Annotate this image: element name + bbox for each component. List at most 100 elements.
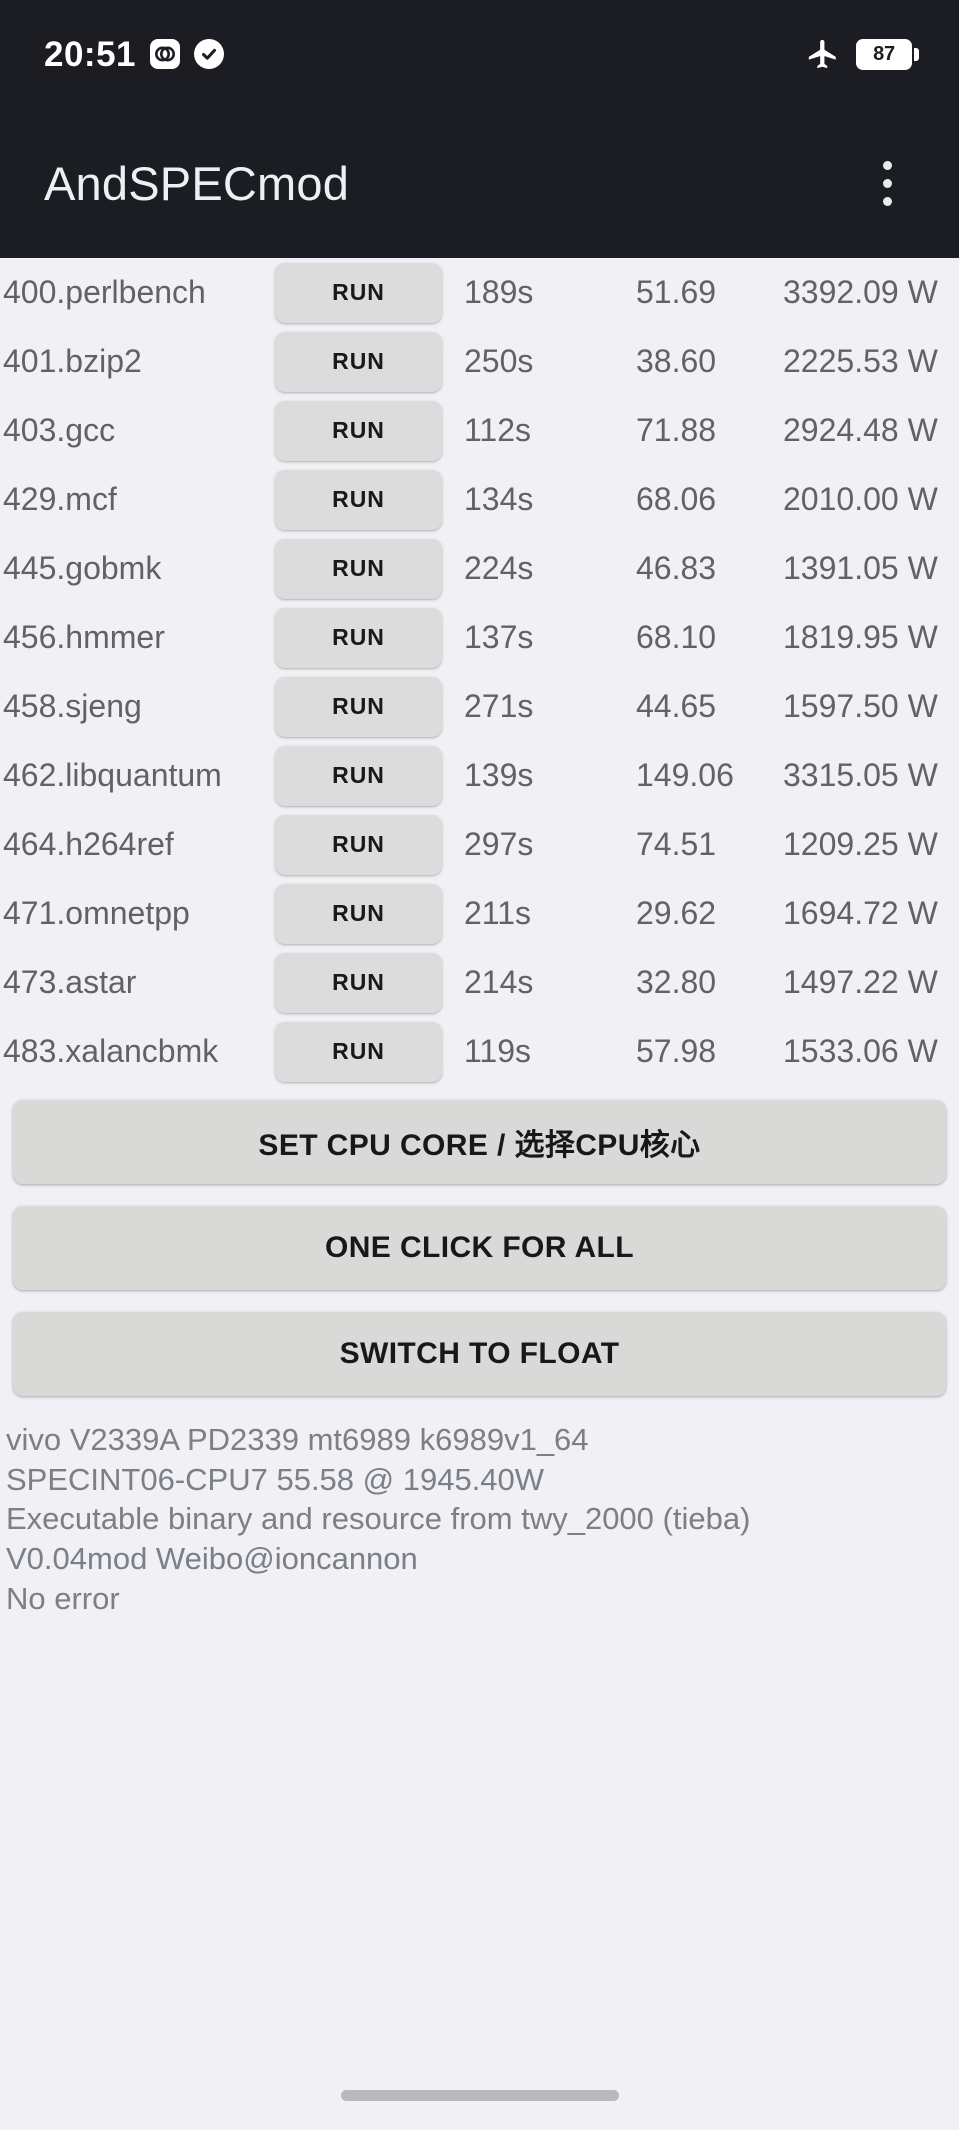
benchmark-time: 214s [464, 964, 534, 1000]
benchmark-name: 400.perlbench [3, 273, 206, 310]
overflow-dot [882, 178, 892, 188]
benchmark-score: 74.51 [636, 826, 717, 862]
run-button-cell: RUN [275, 952, 442, 1013]
nav-pill-handle[interactable] [340, 2089, 619, 2101]
benchmark-power: 1597.50 W [783, 687, 938, 724]
run-button[interactable]: RUN [275, 1021, 442, 1082]
table-row: 471.omnetpp RUN 211s 29.62 1694.72 W [0, 879, 959, 948]
benchmark-score: 51.69 [636, 274, 717, 310]
benchmark-time: 119s [464, 1033, 532, 1069]
vivo-logo-icon [150, 39, 181, 69]
benchmark-power: 2924.48 W [783, 411, 938, 448]
table-row: 464.h264ref RUN 297s 74.51 1209.25 W [0, 810, 959, 879]
benchmark-time: 211s [464, 895, 532, 931]
table-row: 483.xalancbmk RUN 119s 57.98 1533.06 W [0, 1017, 959, 1086]
run-button[interactable]: RUN [275, 331, 442, 392]
run-button-cell: RUN [275, 262, 442, 323]
error-info-line: No error [6, 1580, 120, 1616]
benchmark-name: 445.gobmk [3, 549, 162, 586]
overflow-dot [882, 196, 892, 206]
benchmark-power: 1497.22 W [783, 963, 938, 1000]
run-button[interactable]: RUN [275, 538, 442, 599]
benchmark-score: 29.62 [636, 895, 717, 931]
device-info-line: vivo V2339A PD2339 mt6989 k6989v1_64 [6, 1422, 589, 1457]
table-row: 401.bzip2 RUN 250s 38.60 2225.53 W [0, 327, 959, 396]
benchmark-score: 46.83 [636, 550, 717, 586]
benchmark-time: 297s [464, 826, 534, 862]
benchmark-time: 250s [464, 343, 534, 379]
action-buttons: SET CPU CORE / 选择CPU核心 ONE CLICK FOR ALL… [0, 1086, 959, 1396]
benchmark-power: 2010.00 W [783, 480, 938, 517]
phone-screen: 20:51 87 AndSPECmod 400.perlbench RUN 18… [0, 0, 959, 2130]
benchmark-power: 1209.25 W [783, 825, 938, 862]
benchmark-name: 464.h264ref [3, 825, 174, 862]
benchmark-score: 71.88 [636, 412, 717, 448]
run-button-cell: RUN [275, 331, 442, 392]
run-button[interactable]: RUN [275, 952, 442, 1013]
status-clock: 20:51 [44, 34, 137, 74]
run-button[interactable]: RUN [275, 400, 442, 461]
table-row: 429.mcf RUN 134s 68.06 2010.00 W [0, 465, 959, 534]
run-button-cell: RUN [275, 469, 442, 530]
benchmark-power: 3315.05 W [783, 756, 938, 793]
info-block: vivo V2339A PD2339 mt6989 k6989v1_64 SPE… [0, 1396, 959, 1618]
more-vertical-icon[interactable] [859, 148, 915, 218]
benchmark-name: 458.sjeng [3, 687, 142, 724]
benchmark-power: 1533.06 W [783, 1032, 938, 1069]
credit-info-line: Executable binary and resource from twy_… [6, 1501, 751, 1537]
benchmark-time: 271s [464, 688, 534, 724]
run-button-cell: RUN [275, 883, 442, 944]
table-row: 400.perlbench RUN 189s 51.69 3392.09 W [0, 258, 959, 327]
run-button[interactable]: RUN [275, 262, 442, 323]
app-bar: AndSPECmod [0, 108, 959, 258]
run-button-cell: RUN [275, 676, 442, 737]
table-row: 445.gobmk RUN 224s 46.83 1391.05 W [0, 534, 959, 603]
run-button-cell: RUN [275, 745, 442, 806]
one-click-for-all-button[interactable]: ONE CLICK FOR ALL [13, 1206, 946, 1290]
gesture-nav-bar [0, 2060, 959, 2130]
benchmark-name: 473.astar [3, 963, 137, 1000]
switch-to-float-button[interactable]: SWITCH TO FLOAT [13, 1312, 946, 1396]
benchmark-time: 224s [464, 550, 534, 586]
benchmark-power: 1694.72 W [783, 894, 938, 931]
set-cpu-core-button[interactable]: SET CPU CORE / 选择CPU核心 [13, 1100, 946, 1184]
benchmark-power: 1819.95 W [783, 618, 938, 655]
run-button[interactable]: RUN [275, 607, 442, 668]
benchmark-name: 462.libquantum [3, 756, 222, 793]
run-button-cell: RUN [275, 400, 442, 461]
overflow-dot [882, 160, 892, 170]
benchmark-time: 112s [464, 412, 532, 448]
benchmark-time: 139s [464, 757, 534, 793]
run-button[interactable]: RUN [275, 814, 442, 875]
benchmark-score: 68.10 [636, 619, 717, 655]
table-row: 473.astar RUN 214s 32.80 1497.22 W [0, 948, 959, 1017]
result-info-line: SPECINT06-CPU7 55.58 @ 1945.40W [6, 1461, 545, 1497]
app-title: AndSPECmod [44, 156, 350, 210]
benchmark-score: 68.06 [636, 481, 717, 517]
run-button[interactable]: RUN [275, 469, 442, 530]
run-button[interactable]: RUN [275, 883, 442, 944]
benchmark-time: 137s [464, 619, 534, 655]
benchmark-time: 189s [464, 274, 534, 310]
benchmark-name: 483.xalancbmk [3, 1032, 219, 1069]
benchmark-list[interactable]: 400.perlbench RUN 189s 51.69 3392.09 W 401.bz… [0, 258, 959, 1086]
benchmark-time: 134s [464, 481, 534, 517]
benchmark-name: 429.mcf [3, 480, 117, 517]
status-bar-right: 87 [806, 37, 919, 71]
benchmark-name: 456.hmmer [3, 618, 165, 655]
table-row: 458.sjeng RUN 271s 44.65 1597.50 W [0, 672, 959, 741]
status-bar-left: 20:51 [44, 34, 225, 74]
run-button-cell: RUN [275, 538, 442, 599]
benchmark-score: 38.60 [636, 343, 717, 379]
version-info-line: V0.04mod Weibo@ioncannon [6, 1541, 418, 1577]
run-button-cell: RUN [275, 607, 442, 668]
table-row: 462.libquantum RUN 139s 149.06 3315.05 W [0, 741, 959, 810]
check-circle-icon [194, 39, 225, 69]
benchmark-power: 1391.05 W [783, 549, 938, 586]
benchmark-score: 57.98 [636, 1033, 717, 1069]
benchmark-score: 149.06 [636, 757, 734, 793]
battery-cap [914, 47, 919, 61]
run-button[interactable]: RUN [275, 676, 442, 737]
benchmark-power: 2225.53 W [783, 342, 938, 379]
run-button[interactable]: RUN [275, 745, 442, 806]
